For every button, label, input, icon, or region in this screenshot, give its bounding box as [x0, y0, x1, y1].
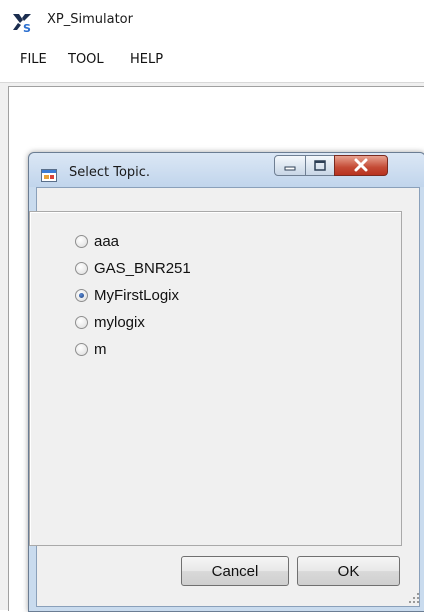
- dialog-titlebar[interactable]: Select Topic.: [29, 153, 424, 187]
- topic-label: aaa: [94, 232, 120, 250]
- topic-option-m[interactable]: m: [75, 339, 107, 359]
- topic-option-aaa[interactable]: aaa: [75, 231, 119, 251]
- app-title: XP_Simulator: [47, 12, 133, 27]
- maximize-icon: [314, 160, 326, 171]
- topic-label: m: [94, 340, 107, 358]
- radio-button[interactable]: [75, 261, 88, 275]
- minimize-icon: [284, 166, 296, 171]
- minimize-button[interactable]: [274, 155, 306, 176]
- svg-text:S: S: [23, 22, 31, 33]
- ok-button[interactable]: OK: [297, 556, 400, 586]
- form-window-icon: [41, 169, 57, 182]
- menu-bar: FILE TOOL HELP: [0, 42, 424, 83]
- radio-button-selected[interactable]: [75, 288, 88, 302]
- resize-grip-icon[interactable]: [408, 592, 420, 604]
- topic-option-mylogix[interactable]: mylogix: [75, 312, 145, 332]
- dialog-title: Select Topic.: [69, 165, 151, 180]
- close-icon: [354, 158, 368, 172]
- cancel-button[interactable]: Cancel: [181, 556, 289, 586]
- radio-button[interactable]: [75, 315, 88, 329]
- close-button[interactable]: [334, 155, 388, 176]
- maximize-button[interactable]: [305, 155, 335, 176]
- topic-label: mylogix: [94, 313, 145, 331]
- radio-button[interactable]: [75, 234, 88, 248]
- radio-button[interactable]: [75, 342, 88, 356]
- app-titlebar: S XP_Simulator: [0, 0, 424, 42]
- menu-file[interactable]: FILE: [20, 52, 47, 67]
- topic-label: GAS_BNR251: [94, 259, 191, 277]
- topic-option-gas-bnr251[interactable]: GAS_BNR251: [75, 258, 191, 278]
- topic-option-myfirstlogix[interactable]: MyFirstLogix: [75, 285, 179, 305]
- topic-label: MyFirstLogix: [94, 286, 180, 304]
- menu-tool[interactable]: TOOL: [68, 52, 104, 67]
- app-window: S XP_Simulator FILE TOOL HELP Select Top…: [0, 0, 424, 612]
- xs-logo-icon: S: [13, 14, 31, 33]
- menu-help[interactable]: HELP: [130, 52, 163, 67]
